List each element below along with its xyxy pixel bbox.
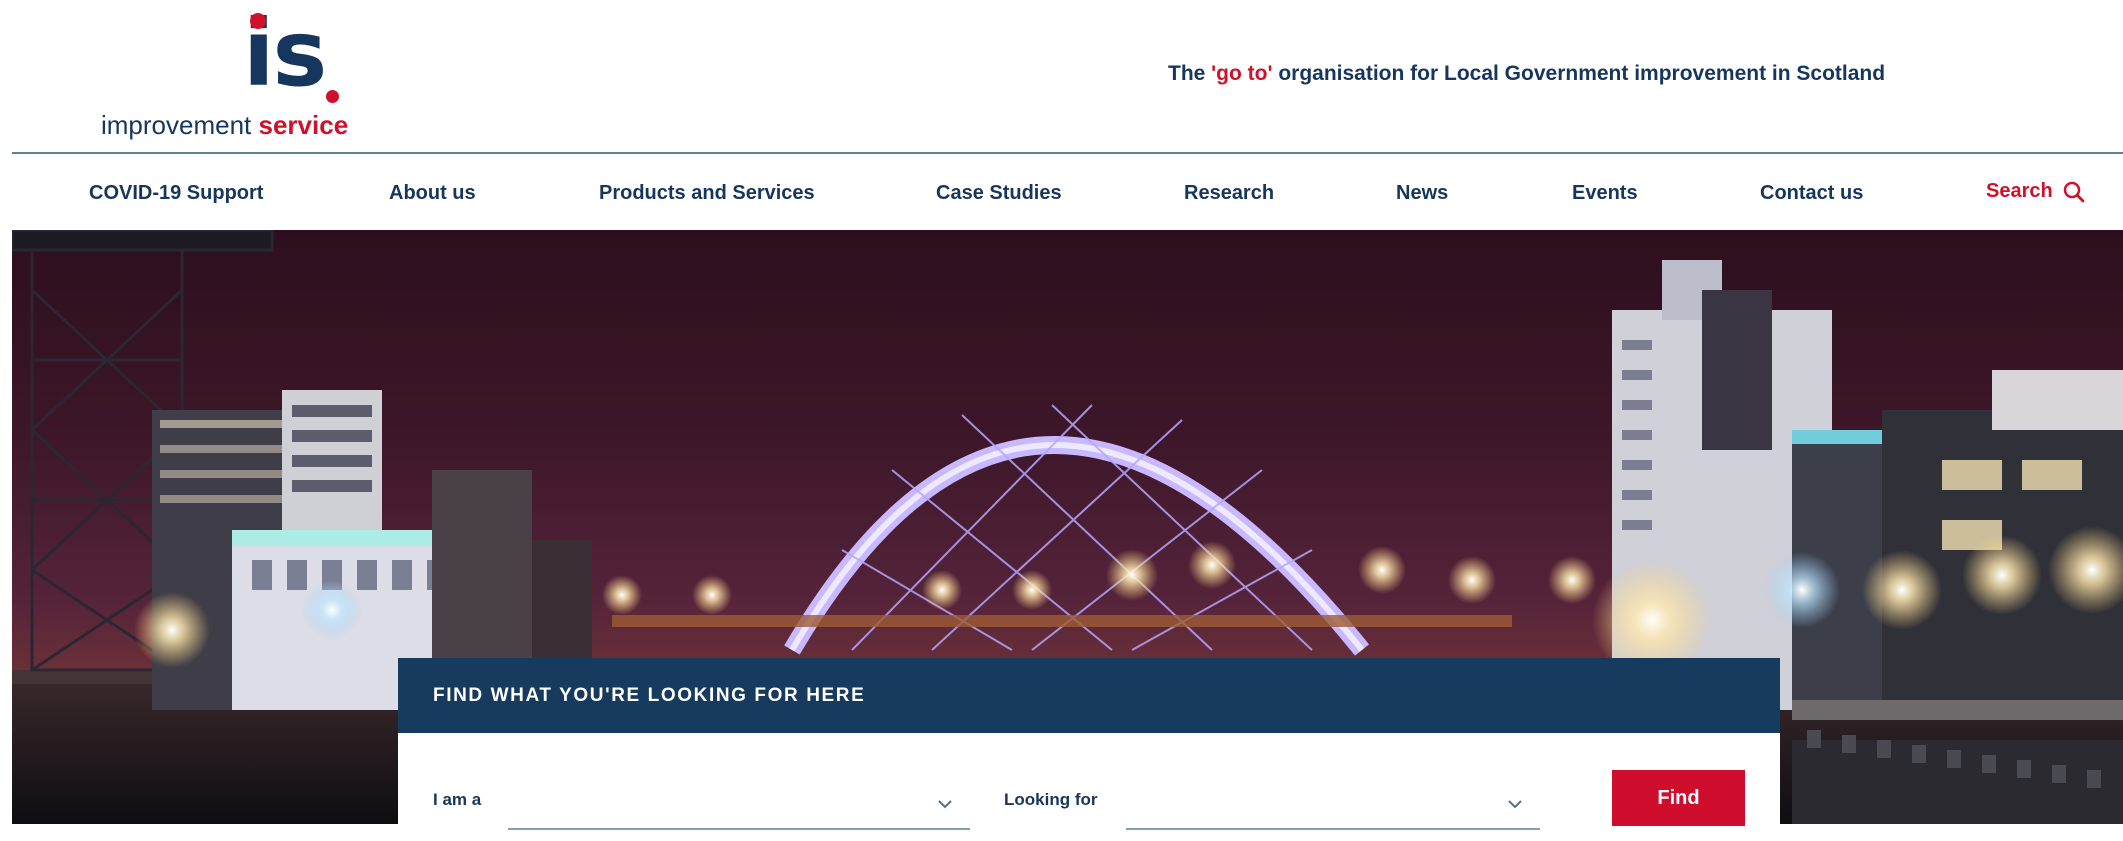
site-header: is improvement service The 'go to' organ…	[0, 0, 2123, 154]
looking-for-select[interactable]	[1126, 768, 1540, 830]
finder-header-bar: FIND WHAT YOU'RE LOOKING FOR HERE	[398, 658, 1780, 733]
i-am-a-label: I am a	[433, 790, 482, 809]
logo-wordmark: improvement service	[101, 110, 348, 141]
main-nav: COVID-19 Support About us Products and S…	[0, 154, 2123, 230]
search-label: Search	[1986, 180, 2053, 202]
nav-item-events[interactable]: Events	[1572, 182, 1638, 205]
tagline-pre: The	[1168, 62, 1212, 85]
nav-item-contact-us[interactable]: Contact us	[1760, 182, 1863, 205]
chevron-down-icon	[938, 796, 952, 814]
logo-dot-i	[250, 13, 266, 29]
content-finder-panel: FIND WHAT YOU'RE LOOKING FOR HERE I am a…	[398, 658, 1780, 841]
looking-for-label: Looking for	[1004, 790, 1098, 809]
nav-item-case-studies[interactable]: Case Studies	[936, 182, 1062, 205]
improvement-service-logo[interactable]: is improvement service	[100, 8, 360, 141]
nav-item-research[interactable]: Research	[1184, 182, 1274, 205]
chevron-down-icon	[1508, 796, 1522, 814]
nav-item-products-and-services[interactable]: Products and Services	[599, 182, 815, 205]
nav-item-news[interactable]: News	[1396, 182, 1448, 205]
logo-dot-s	[326, 90, 339, 103]
logo-word-improvement: improvement	[101, 110, 252, 140]
tagline-post: organisation for Local Government improv…	[1272, 62, 1886, 85]
finder-title: FIND WHAT YOU'RE LOOKING FOR HERE	[433, 685, 866, 706]
i-am-a-select[interactable]	[508, 768, 970, 830]
search-link[interactable]: Search	[1986, 180, 2085, 203]
nav-item-covid-19-support[interactable]: COVID-19 Support	[89, 182, 263, 205]
tagline-highlight: 'go to'	[1211, 62, 1273, 85]
search-icon	[2063, 181, 2085, 203]
nav-item-about-us[interactable]: About us	[389, 182, 476, 205]
logo-word-service: service	[258, 110, 349, 140]
site-tagline: The 'go to' organisation for Local Gover…	[1168, 62, 1885, 86]
find-button[interactable]: Find	[1612, 770, 1745, 826]
